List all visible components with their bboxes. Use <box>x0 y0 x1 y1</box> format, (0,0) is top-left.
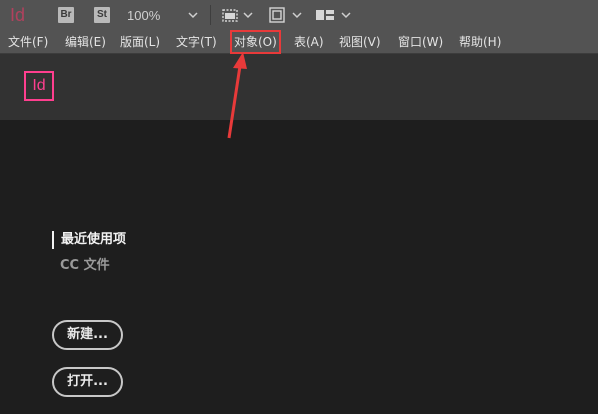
indesign-app-logo: Id <box>10 5 26 25</box>
menu-table[interactable]: 表(A) <box>294 31 324 53</box>
menu-window[interactable]: 窗口(W) <box>398 31 443 53</box>
workspace-chevron-down-icon[interactable] <box>341 11 351 19</box>
menu-layout[interactable]: 版面(L) <box>120 31 160 53</box>
screen-mode-chevron-down-icon[interactable] <box>292 11 302 19</box>
welcome-header: Id <box>0 54 598 120</box>
zoom-chevron-down-icon[interactable] <box>188 11 198 19</box>
screen-mode-icon[interactable] <box>268 6 286 24</box>
frame-icon[interactable] <box>221 6 239 24</box>
recent-items-label[interactable]: 最近使用项 <box>52 231 126 249</box>
menu-view[interactable]: 视图(V) <box>339 31 381 53</box>
workspace-layout-icon[interactable] <box>315 6 335 24</box>
menu-file[interactable]: 文件(F) <box>8 31 48 53</box>
menu-bar: 文件(F) 编辑(E) 版面(L) 文字(T) 对象(O) 表(A) 视图(V)… <box>0 30 598 54</box>
menu-edit[interactable]: 编辑(E) <box>65 31 106 53</box>
toolbar-divider <box>210 5 211 25</box>
zoom-level[interactable]: 100% <box>127 7 160 24</box>
stock-button[interactable]: St <box>94 7 110 23</box>
open-button[interactable]: 打开... <box>52 367 123 397</box>
frame-chevron-down-icon[interactable] <box>243 11 253 19</box>
indesign-logo: Id <box>24 71 54 101</box>
new-button[interactable]: 新建... <box>52 320 123 350</box>
menu-help[interactable]: 帮助(H) <box>459 31 501 53</box>
cc-files-link[interactable]: CC 文件 <box>60 257 110 275</box>
bridge-button[interactable]: Br <box>58 7 74 23</box>
menu-object[interactable]: 对象(O) <box>230 30 281 54</box>
application-bar: Id Br St 100% <box>0 0 598 31</box>
menu-type[interactable]: 文字(T) <box>176 31 217 53</box>
